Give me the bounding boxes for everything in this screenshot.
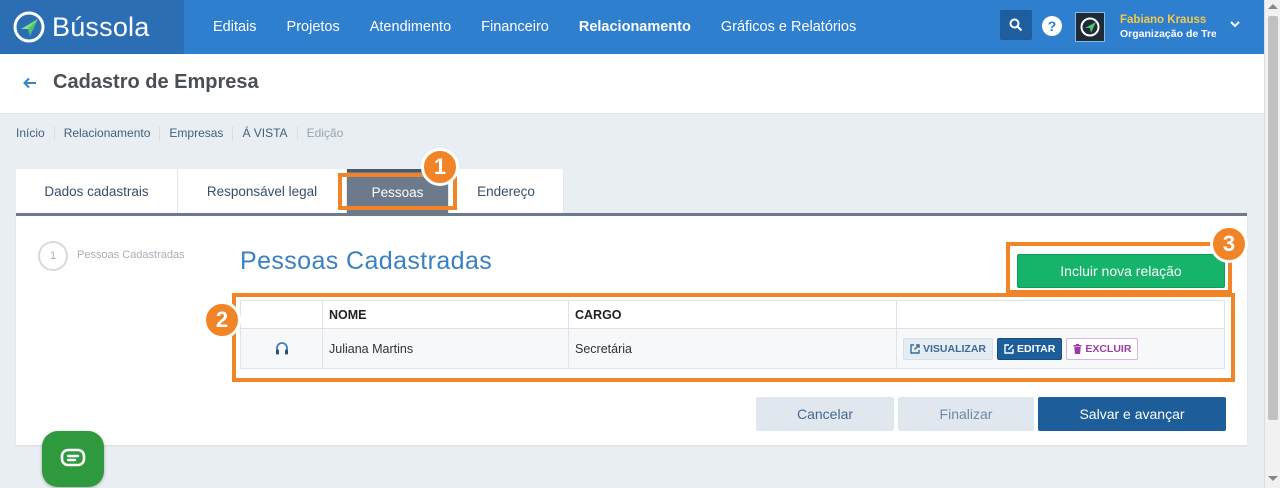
pessoas-card: 1 Pessoas Cadastradas Pessoas Cadastrada… xyxy=(16,213,1247,445)
annotation-badge-2: 2 xyxy=(203,301,241,339)
compass-logo-icon xyxy=(13,11,45,43)
tab-dados-cadastrais[interactable]: Dados cadastrais xyxy=(16,169,178,213)
annotation-badge-1: 1 xyxy=(421,148,459,186)
edit-button[interactable]: EDITAR xyxy=(997,337,1063,360)
delete-button-label: EXCLUIR xyxy=(1085,342,1132,355)
view-button[interactable]: VISUALIZAR xyxy=(903,337,993,360)
breadcrumb-a-vista[interactable]: Á VISTA xyxy=(242,126,287,140)
table-header-row: NOME CARGO xyxy=(241,301,1224,328)
breadcrumb-relacionamento[interactable]: Relacionamento xyxy=(64,126,151,140)
step-label[interactable]: Pessoas Cadastradas xyxy=(77,249,185,261)
annotation-badge-3: 3 xyxy=(1210,225,1248,263)
view-button-label: VISUALIZAR xyxy=(923,342,986,355)
breadcrumb-inicio[interactable]: Início xyxy=(16,126,45,140)
breadcrumb-separator xyxy=(296,126,298,140)
menu-item-editais[interactable]: Editais xyxy=(198,19,272,35)
scroll-down-arrow-icon[interactable] xyxy=(1268,476,1278,481)
breadcrumb: Início Relacionamento Empresas Á VISTA E… xyxy=(16,126,343,140)
menu-item-financeiro[interactable]: Financeiro xyxy=(466,19,564,35)
scroll-up-arrow-icon[interactable] xyxy=(1268,4,1278,9)
edit-icon xyxy=(1004,343,1014,354)
add-relation-button[interactable]: Incluir nova relação xyxy=(1017,254,1225,288)
menu-item-graficos-relatorios[interactable]: Gráficos e Relatórios xyxy=(706,19,871,35)
breadcrumb-edicao: Edição xyxy=(306,126,344,140)
save-and-next-button[interactable]: Salvar e avançar xyxy=(1038,397,1226,431)
breadcrumb-separator xyxy=(159,126,161,140)
section-title: Pessoas Cadastradas xyxy=(240,247,493,275)
menu-item-relacionamento[interactable]: Relacionamento xyxy=(564,19,706,35)
top-navbar: Bússola Editais Projetos Atendimento Fin… xyxy=(0,0,1264,54)
finish-button[interactable]: Finalizar xyxy=(898,397,1034,431)
row-icon-cell xyxy=(241,328,323,368)
cell-nome: Juliana Martins xyxy=(323,328,569,368)
brand-name: Bússola xyxy=(52,11,150,42)
scroll-thumb[interactable] xyxy=(1268,16,1278,420)
tab-endereco[interactable]: Endereço xyxy=(449,169,564,213)
external-link-icon xyxy=(910,343,920,354)
step-number[interactable]: 1 xyxy=(38,241,68,271)
avatar[interactable] xyxy=(1075,12,1105,42)
search-icon xyxy=(1009,18,1023,32)
user-organization[interactable]: Organização de Tre xyxy=(1120,28,1216,40)
compass-avatar-icon xyxy=(1080,17,1100,37)
cell-cargo: Secretária xyxy=(569,328,897,368)
column-header-nome: NOME xyxy=(323,301,569,328)
chat-bubble-icon xyxy=(60,448,86,467)
trash-icon xyxy=(1073,343,1082,354)
main-menu: Editais Projetos Atendimento Financeiro … xyxy=(198,0,871,54)
form-tabs: Dados cadastrais Responsável legal Pesso… xyxy=(16,169,564,213)
cell-actions: VISUALIZAR EDITAR EXCLUIR xyxy=(897,328,1224,368)
user-name[interactable]: Fabiano Krauss xyxy=(1120,14,1206,26)
column-header-cargo: CARGO xyxy=(569,301,897,328)
breadcrumb-empresas[interactable]: Empresas xyxy=(169,126,223,140)
menu-item-atendimento[interactable]: Atendimento xyxy=(355,19,466,35)
edit-button-label: EDITAR xyxy=(1017,342,1056,355)
column-header-actions xyxy=(897,301,1224,328)
cancel-button[interactable]: Cancelar xyxy=(756,397,894,431)
headset-icon xyxy=(275,341,288,354)
search-button[interactable] xyxy=(1000,10,1032,40)
brand[interactable]: Bússola xyxy=(0,0,184,54)
table-row: Juliana Martins Secretária VISUALIZAR ED… xyxy=(241,328,1224,368)
column-header-icon xyxy=(241,301,323,328)
chevron-down-icon[interactable] xyxy=(1229,18,1241,30)
delete-button[interactable]: EXCLUIR xyxy=(1066,337,1139,360)
back-arrow-icon[interactable] xyxy=(22,75,38,91)
page-title: Cadastro de Empresa xyxy=(53,71,259,93)
breadcrumb-separator xyxy=(232,126,234,140)
page-header: Cadastro de Empresa xyxy=(0,54,1264,114)
people-table: NOME CARGO Juliana Martins Secretária VI… xyxy=(240,300,1225,369)
menu-item-projetos[interactable]: Projetos xyxy=(272,19,355,35)
page-scrollbar[interactable] xyxy=(1264,0,1280,488)
help-icon[interactable]: ? xyxy=(1042,16,1062,36)
tab-responsavel-legal[interactable]: Responsável legal xyxy=(178,169,347,213)
chat-widget-button[interactable] xyxy=(42,431,104,487)
breadcrumb-separator xyxy=(53,126,55,140)
